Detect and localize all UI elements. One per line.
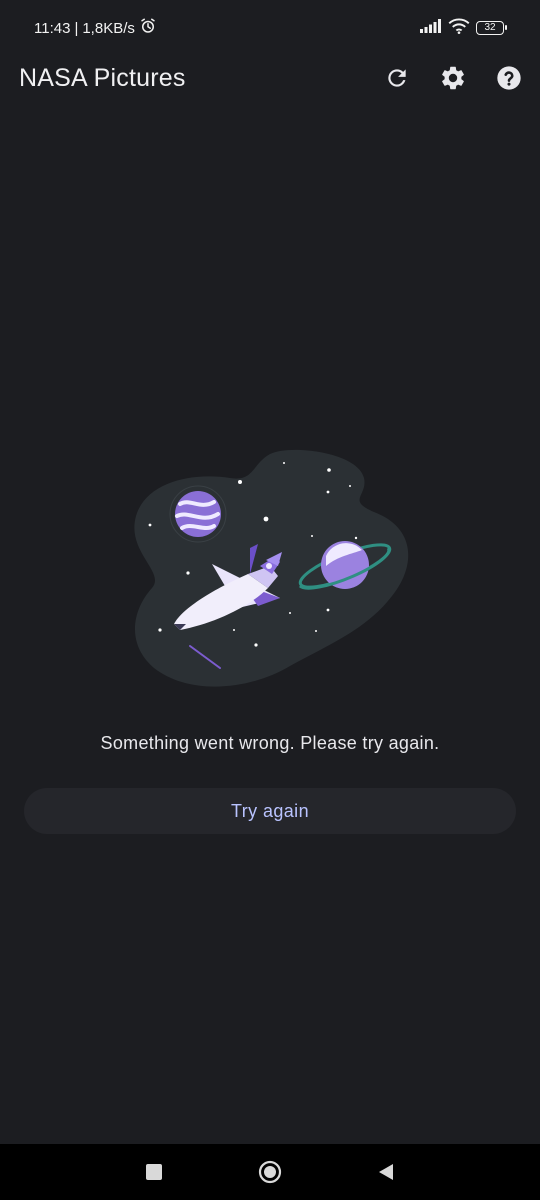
app-bar: NASA Pictures — [0, 56, 540, 100]
status-bar: 11:43 | 1,8KB/s 32 — [0, 0, 540, 56]
status-left: 11:43 | 1,8KB/s — [34, 17, 157, 39]
status-time: 11:43 — [34, 19, 71, 37]
help-button[interactable] — [492, 61, 526, 95]
back-icon — [379, 1164, 393, 1180]
wifi-icon — [448, 18, 470, 38]
refresh-icon — [388, 69, 406, 87]
navigation-bar — [0, 1144, 540, 1200]
status-right: 32 — [420, 18, 507, 38]
battery-indicator: 32 — [476, 21, 507, 35]
striped-planet — [169, 485, 227, 543]
app-bar-actions — [380, 61, 526, 95]
recent-apps-icon — [146, 1164, 162, 1180]
back-button[interactable] — [371, 1157, 401, 1187]
app-title: NASA Pictures — [19, 63, 186, 92]
error-message: Something went wrong. Please try again. — [100, 733, 440, 753]
alarm-icon — [139, 17, 157, 39]
space-shuttle-illustration — [134, 449, 409, 687]
network-speed: 1,8KB/s — [82, 19, 135, 37]
screen: 11:43 | 1,8KB/s 32 NASA Pictures Somethi… — [0, 0, 540, 1200]
home-button[interactable] — [255, 1157, 285, 1187]
settings-button[interactable] — [436, 61, 470, 95]
signal-icon — [420, 19, 442, 37]
help-icon — [497, 66, 521, 90]
recent-apps-button[interactable] — [139, 1157, 169, 1187]
home-icon — [258, 1160, 282, 1184]
refresh-button[interactable] — [380, 61, 414, 95]
status-separator: | — [74, 19, 79, 37]
settings-gear-icon — [442, 66, 464, 90]
try-again-button[interactable]: Try again — [24, 788, 516, 834]
